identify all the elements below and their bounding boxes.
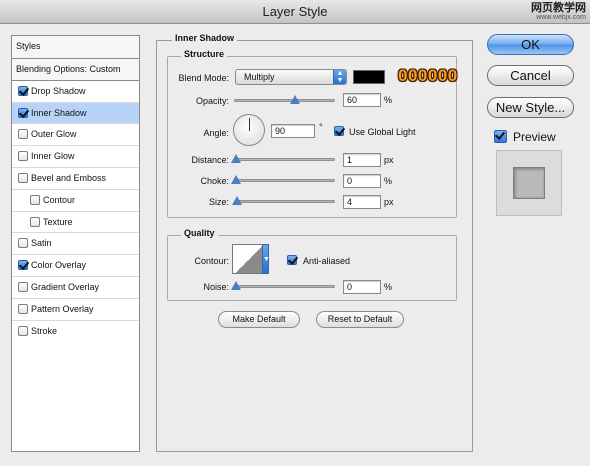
size-slider-thumb[interactable] (232, 196, 242, 205)
panel-title: Inner Shadow (172, 33, 238, 43)
list-item-texture[interactable]: Texture (12, 212, 139, 234)
anti-aliased-label: Anti-aliased (303, 256, 351, 266)
blend-mode-value: Multiply (244, 72, 275, 82)
list-item-stroke[interactable]: Stroke (12, 321, 139, 343)
use-global-light-checkbox[interactable] (334, 126, 344, 136)
angle-field[interactable]: 90 (271, 124, 315, 138)
list-item-label: Color Overlay (31, 260, 87, 271)
list-item-satin[interactable]: Satin (12, 233, 139, 256)
reset-default-button[interactable]: Reset to Default (316, 311, 404, 328)
contour-checkbox[interactable] (30, 194, 40, 205)
list-item-label: Pattern Overlay (31, 303, 94, 314)
choke-slider-thumb[interactable] (231, 175, 241, 184)
inner-glow-checkbox[interactable] (18, 151, 28, 162)
list-item-inner-glow[interactable]: Inner Glow (12, 146, 139, 168)
blend-mode-label: Blend Mode: (178, 73, 229, 83)
noise-unit: % (384, 282, 393, 292)
distance-field[interactable]: 1 (343, 153, 381, 167)
angle-unit: ° (319, 122, 323, 132)
distance-slider[interactable] (234, 158, 335, 161)
ok-button[interactable]: OK (487, 34, 574, 55)
size-field[interactable]: 4 (343, 195, 381, 209)
pattern-overlay-checkbox[interactable] (18, 303, 28, 314)
color-overlay-checkbox[interactable] (18, 260, 28, 271)
contour-label: Contour: (194, 256, 229, 266)
distance-slider-thumb[interactable] (231, 154, 241, 163)
list-item-label: Contour (43, 194, 76, 205)
angle-dial[interactable] (233, 114, 265, 146)
styles-list-header[interactable]: Styles (12, 36, 139, 59)
use-global-light-label: Use Global Light (349, 127, 416, 137)
list-item-label: Satin (31, 238, 52, 249)
gradient-overlay-checkbox[interactable] (18, 281, 28, 292)
blend-mode-select[interactable]: Multiply ▲ ▼ (235, 69, 347, 85)
list-item-label: Stroke (31, 325, 58, 336)
noise-label: Noise: (203, 282, 229, 292)
preview-label: Preview (513, 130, 556, 144)
opacity-unit: % (384, 95, 393, 105)
list-item-pattern-overlay[interactable]: Pattern Overlay (12, 299, 139, 321)
choke-label: Choke: (200, 176, 229, 186)
list-item-label: Blending Options: Custom (16, 64, 121, 74)
distance-label: Distance: (191, 155, 229, 165)
cancel-button[interactable]: Cancel (487, 65, 574, 86)
list-item-label: Bevel and Emboss (31, 172, 107, 183)
title-bar: Layer Style 网页教学网 www.webjx.com (0, 0, 590, 24)
styles-list: Styles Blending Options: Custom Drop Sha… (11, 35, 140, 452)
list-item-contour[interactable]: Contour (12, 190, 139, 212)
size-unit: px (384, 197, 394, 207)
noise-slider[interactable] (234, 285, 335, 288)
preview-checkbox[interactable] (494, 130, 507, 143)
noise-slider-thumb[interactable] (231, 281, 241, 290)
texture-checkbox[interactable] (30, 216, 40, 227)
satin-checkbox[interactable] (18, 238, 28, 249)
opacity-slider[interactable] (234, 99, 335, 102)
list-item-blending-options[interactable]: Blending Options: Custom (12, 59, 139, 81)
stroke-checkbox[interactable] (18, 325, 28, 336)
angle-needle (249, 118, 250, 131)
shadow-color-swatch[interactable] (353, 70, 385, 84)
window-title: Layer Style (262, 4, 328, 19)
chevron-updown-icon: ▲ ▼ (333, 70, 346, 84)
angle-label: Angle: (203, 128, 229, 138)
structure-title: Structure (181, 49, 228, 59)
list-item-label: Inner Glow (31, 151, 75, 162)
chevron-down-icon[interactable]: ▼ (262, 244, 270, 274)
opacity-slider-thumb[interactable] (289, 95, 300, 104)
list-item-label: Inner Shadow (31, 107, 87, 118)
choke-slider[interactable] (234, 179, 335, 182)
new-style-button[interactable]: New Style... (487, 97, 574, 118)
inner-shadow-checkbox[interactable] (18, 107, 28, 118)
style-preview (496, 150, 562, 216)
distance-unit: px (384, 155, 394, 165)
quality-title: Quality (181, 228, 218, 238)
size-slider[interactable] (234, 200, 335, 203)
outer-glow-checkbox[interactable] (18, 129, 28, 140)
list-item-drop-shadow[interactable]: Drop Shadow (12, 81, 139, 103)
list-item-label: Texture (43, 216, 73, 227)
size-label: Size: (208, 197, 229, 207)
choke-unit: % (384, 176, 393, 186)
opacity-field[interactable]: 60 (343, 93, 381, 107)
anti-aliased-checkbox[interactable] (287, 255, 297, 265)
opacity-label: Opacity: (195, 96, 229, 106)
watermark-line-1: 网页教学网 (531, 2, 586, 14)
list-item-inner-shadow[interactable]: Inner Shadow (12, 102, 139, 125)
list-item-outer-glow[interactable]: Outer Glow (12, 124, 139, 147)
bevel-emboss-checkbox[interactable] (18, 172, 28, 183)
watermark: 网页教学网 www.webjx.com (531, 2, 586, 22)
list-item-gradient-overlay[interactable]: Gradient Overlay (12, 277, 139, 299)
list-item-bevel-emboss[interactable]: Bevel and Emboss (12, 168, 139, 190)
preview-swatch (513, 167, 545, 199)
watermark-line-2: www.webjx.com (536, 14, 586, 21)
list-item-label: Drop Shadow (31, 85, 86, 96)
list-item-label: Gradient Overlay (31, 281, 100, 292)
choke-field[interactable]: 0 (343, 174, 381, 188)
noise-field[interactable]: 0 (343, 280, 381, 294)
color-hex-annotation: 000000 (398, 66, 458, 85)
list-item-label: Outer Glow (31, 129, 77, 140)
list-item-color-overlay[interactable]: Color Overlay (12, 255, 139, 277)
make-default-button[interactable]: Make Default (218, 311, 300, 328)
drop-shadow-checkbox[interactable] (18, 85, 28, 96)
